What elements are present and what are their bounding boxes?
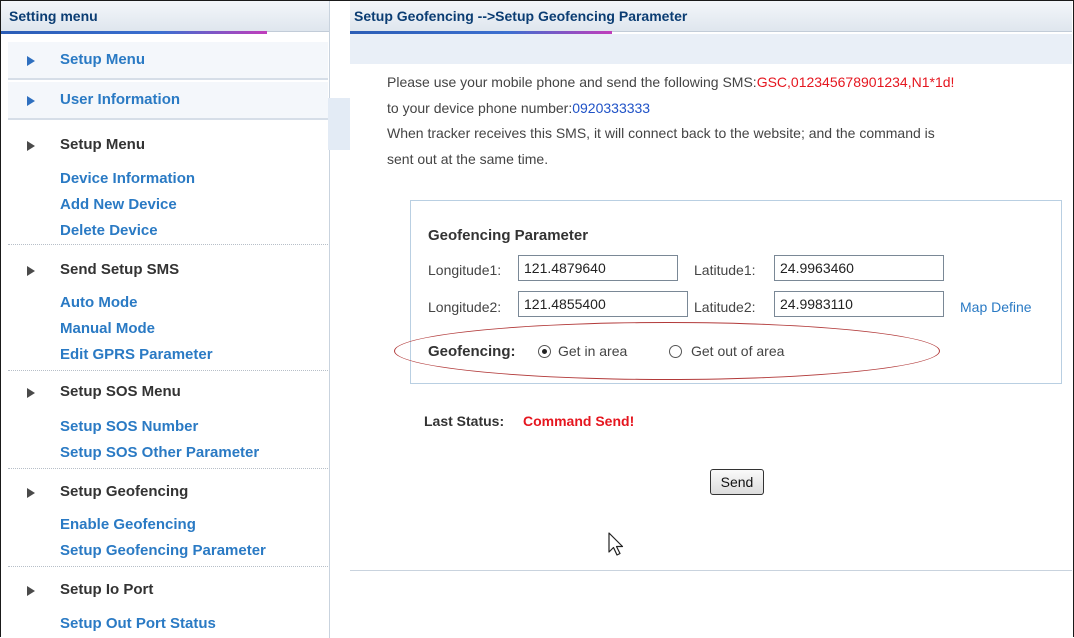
sidebar-title: Setting menu xyxy=(9,8,98,24)
section-title-setup-sos-menu[interactable]: Setup SOS Menu xyxy=(60,383,181,400)
sidebar-edge-strip xyxy=(328,98,350,150)
section-title-setup-io-port[interactable]: Setup Io Port xyxy=(60,581,153,598)
sidebar-item-setup-menu-top[interactable]: Setup Menu xyxy=(60,51,145,68)
link-manual-mode[interactable]: Manual Mode xyxy=(60,320,155,337)
link-device-information[interactable]: Device Information xyxy=(60,170,195,187)
latitude1-input[interactable] xyxy=(774,255,944,281)
sms-command-text: GSC,012345678901234,N1*1d! xyxy=(756,74,955,90)
play-arrow-icon xyxy=(27,141,35,151)
instruction-line-4: sent out at the same time. xyxy=(387,151,549,167)
last-status-value: Command Send! xyxy=(523,413,635,429)
play-arrow-icon xyxy=(27,488,35,498)
play-arrow-icon xyxy=(27,388,35,398)
page-title: Setup Geofencing -->Setup Geofencing Par… xyxy=(354,8,688,24)
divider xyxy=(8,468,328,469)
main-header: Setup Geofencing -->Setup Geofencing Par… xyxy=(350,1,1072,34)
latitude2-input[interactable] xyxy=(774,291,944,317)
radio-get-out-of-area[interactable] xyxy=(669,345,682,358)
link-delete-device[interactable]: Delete Device xyxy=(60,222,158,239)
link-edit-gprs-parameter[interactable]: Edit GPRS Parameter xyxy=(60,346,213,363)
link-setup-sos-other-parameter[interactable]: Setup SOS Other Parameter xyxy=(60,444,259,461)
sidebar-item-user-information[interactable]: User Information xyxy=(60,91,180,108)
link-enable-geofencing[interactable]: Enable Geofencing xyxy=(60,516,196,533)
device-phone-number: 0920333333 xyxy=(572,100,651,116)
link-auto-mode[interactable]: Auto Mode xyxy=(60,294,137,311)
instruction-line-2: to your device phone number:0920333333 xyxy=(387,100,650,116)
divider xyxy=(8,370,328,371)
longitude2-input[interactable] xyxy=(518,291,688,317)
section-title-setup-geofencing[interactable]: Setup Geofencing xyxy=(60,483,188,500)
link-setup-sos-number[interactable]: Setup SOS Number xyxy=(60,418,198,435)
section-title-setup-menu[interactable]: Setup Menu xyxy=(60,136,145,153)
header-accent-bar xyxy=(1,31,267,34)
longitude1-input[interactable] xyxy=(518,255,678,281)
instruction-line-1: Please use your mobile phone and send th… xyxy=(387,74,954,90)
sidebar-header: Setting menu xyxy=(1,1,329,34)
sidebar-top-item-setup-menu[interactable] xyxy=(8,42,328,80)
link-add-new-device[interactable]: Add New Device xyxy=(60,196,177,213)
content-top-band xyxy=(350,34,1072,64)
section-title-send-setup-sms[interactable]: Send Setup SMS xyxy=(60,261,179,278)
instruction-line-3: When tracker receives this SMS, it will … xyxy=(387,125,935,141)
latitude1-label: Latitude1: xyxy=(694,262,756,278)
radio-selected-dot xyxy=(542,349,547,354)
instruction-sms-prefix: Please use your mobile phone and send th… xyxy=(387,74,757,90)
mouse-pointer-icon xyxy=(608,532,624,556)
link-setup-geofencing-parameter[interactable]: Setup Geofencing Parameter xyxy=(60,542,266,559)
option-get-in-area-label[interactable]: Get in area xyxy=(558,343,627,359)
instruction-phone-prefix: to your device phone number: xyxy=(387,100,573,116)
play-arrow-icon xyxy=(27,56,35,66)
divider xyxy=(8,244,328,245)
send-button[interactable]: Send xyxy=(710,469,764,495)
play-arrow-icon xyxy=(27,586,35,596)
divider xyxy=(8,566,328,567)
link-setup-out-port-status[interactable]: Setup Out Port Status xyxy=(60,615,216,632)
longitude2-label: Longitude2: xyxy=(428,299,502,315)
geofencing-mode-label: Geofencing: xyxy=(428,343,516,360)
option-get-out-of-area-label[interactable]: Get out of area xyxy=(691,343,784,359)
play-arrow-icon xyxy=(27,266,35,276)
last-status-label: Last Status: xyxy=(424,413,505,429)
map-define-link[interactable]: Map Define xyxy=(960,299,1032,315)
play-arrow-icon xyxy=(27,96,35,106)
latitude2-label: Latitude2: xyxy=(694,299,756,315)
longitude1-label: Longitude1: xyxy=(428,262,502,278)
radio-get-in-area[interactable] xyxy=(538,345,551,358)
panel-title: Geofencing Parameter xyxy=(428,227,589,244)
